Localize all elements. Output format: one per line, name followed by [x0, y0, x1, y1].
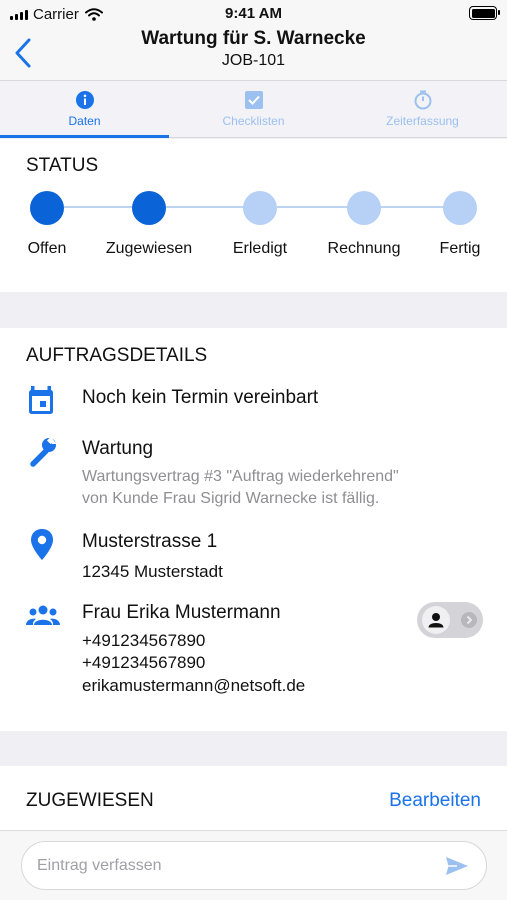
- tab-checklisten[interactable]: Checklisten: [169, 81, 338, 137]
- tab-zeiterfassung[interactable]: Zeiterfassung: [338, 81, 507, 137]
- entry-composer: [21, 841, 487, 890]
- step-dot-offen[interactable]: [30, 191, 64, 225]
- contact-email[interactable]: erikamustermann@netsoft.de: [82, 675, 305, 697]
- step-label-fertig: Fertig: [439, 240, 481, 257]
- step-label-zugewiesen: Zugewiesen: [105, 240, 193, 257]
- step-dot-rechnung[interactable]: [347, 191, 381, 225]
- checkbox-icon: [244, 91, 263, 109]
- person-icon: [422, 606, 450, 634]
- navigation-bar: Wartung für S. Warnecke JOB-101: [0, 28, 507, 80]
- status-heading: STATUS: [26, 155, 99, 176]
- calendar-icon: [29, 386, 53, 414]
- clock: 9:41 AM: [225, 5, 282, 22]
- contact-toggle[interactable]: [417, 602, 483, 638]
- edit-assigned-link[interactable]: Bearbeiten: [389, 790, 481, 812]
- step-connector: [64, 206, 134, 208]
- send-icon[interactable]: [445, 856, 469, 876]
- wrench-icon: [30, 436, 57, 467]
- step-label-erledigt: Erledigt: [232, 240, 288, 257]
- tab-label: Zeiterfassung: [386, 114, 459, 128]
- info-icon: [75, 91, 94, 109]
- step-dot-fertig[interactable]: [443, 191, 477, 225]
- step-connector: [166, 206, 246, 208]
- tab-daten[interactable]: Daten: [0, 81, 169, 138]
- people-icon: [26, 605, 60, 625]
- contact-phone-1[interactable]: +491234567890: [82, 630, 205, 652]
- address-city: 12345 Musterstadt: [82, 562, 223, 581]
- status-bar: Carrier 9:41 AM: [0, 0, 507, 28]
- address-street[interactable]: Musterstrasse 1: [82, 531, 217, 553]
- job-type: Wartung: [82, 438, 154, 459]
- details-heading: AUFTRAGSDETAILS: [26, 345, 208, 366]
- stopwatch-icon: [414, 90, 431, 110]
- page-title: Wartung für S. Warnecke: [141, 28, 366, 49]
- composer-bar: [0, 830, 507, 900]
- contact-name: Frau Erika Mustermann: [82, 602, 281, 623]
- location-pin-icon: [31, 529, 53, 560]
- tab-bar: Daten Checklisten Zeiterfassung: [0, 80, 507, 138]
- appointment-text: Noch kein Termin vereinbart: [82, 387, 319, 408]
- battery-icon: [469, 6, 500, 20]
- step-connector: [380, 206, 444, 208]
- tab-label: Daten: [68, 114, 101, 128]
- contact-phone-2[interactable]: +491234567890: [82, 652, 205, 674]
- chevron-right-icon: [461, 612, 477, 628]
- assigned-heading: ZUGEWIESEN: [26, 790, 154, 811]
- step-dot-zugewiesen[interactable]: [132, 191, 166, 225]
- job-description-line1: Wartungsvertrag #3 "Auftrag wiederkehren…: [82, 468, 399, 485]
- entry-input[interactable]: [37, 854, 437, 878]
- tab-label: Checklisten: [222, 114, 285, 128]
- step-dot-erledigt[interactable]: [243, 191, 277, 225]
- job-number: JOB-101: [221, 52, 286, 69]
- job-description-line2: von Kunde Frau Sigrid Warnecke ist fälli…: [82, 490, 380, 507]
- step-connector: [277, 206, 349, 208]
